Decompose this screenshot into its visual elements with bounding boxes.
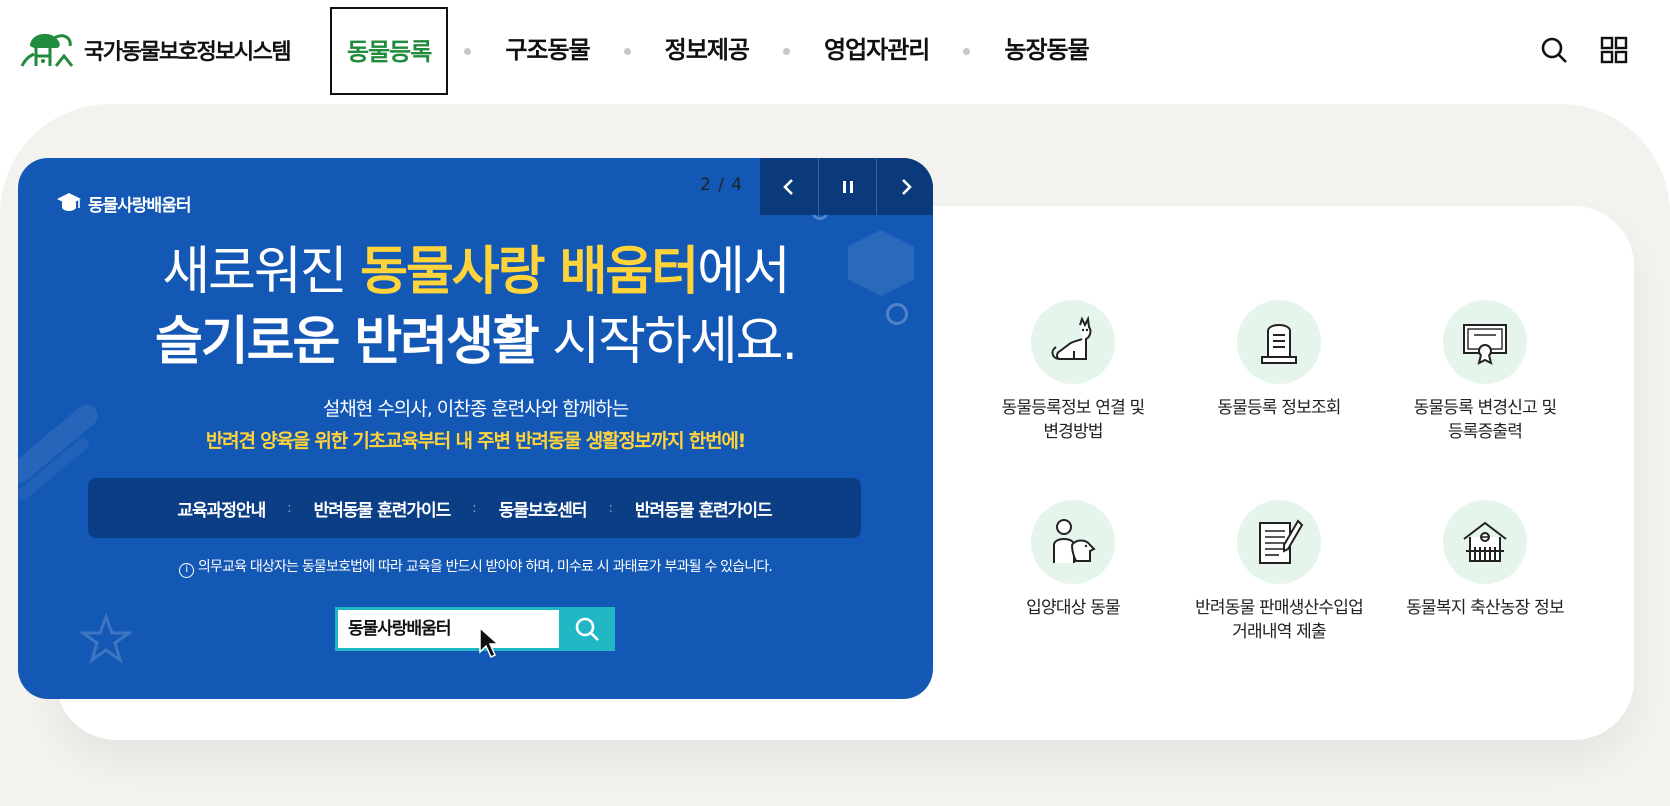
slide-prev-button[interactable] — [760, 158, 818, 215]
nav-item-farm-animals[interactable]: 농장동물 — [986, 7, 1106, 95]
banner-search-field: 동물사랑배움터 — [335, 607, 559, 651]
label-line2: 등록증출력 — [1447, 422, 1523, 442]
nav-separator-dot — [623, 47, 631, 55]
banner-brand: 동물사랑배움터 — [56, 190, 191, 216]
quick-link-change-report-certificate[interactable]: 동물등록 변경신고 및등록증출력 — [1382, 300, 1588, 444]
document-pen-icon — [1259, 519, 1304, 564]
label-line2: 거래내역 제출 — [1232, 622, 1326, 642]
quick-link-icon-wrap — [1031, 500, 1115, 584]
headline-highlight-text: 동물사랑 배움터 — [360, 242, 699, 302]
search-icon — [575, 617, 599, 641]
pause-icon — [842, 180, 853, 193]
headline-light-text: 새로워진 — [162, 242, 361, 302]
main-banner-slide[interactable]: 동물사랑배움터 2 / 4 새로워진 동물사랑 배움터에서 슬기로운 반려생활 … — [18, 158, 933, 699]
nav-item-animal-registration[interactable]: 동물등록 — [330, 7, 449, 95]
quick-link-registration-info-change[interactable]: 동물등록정보 연결 및변경방법 — [970, 300, 1176, 444]
banner-brand-text: 동물사랑배움터 — [88, 195, 191, 216]
graduation-cap-icon — [57, 193, 81, 211]
chevron-right-icon — [901, 178, 912, 195]
slide-pause-button[interactable] — [818, 158, 876, 215]
adoption-person-dog-icon — [1053, 519, 1096, 563]
search-icon[interactable] — [1540, 36, 1568, 64]
quick-link-sales-transaction-submit[interactable]: 반려동물 판매생산수입업거래내역 제출 — [1176, 500, 1382, 644]
info-icon: i — [178, 563, 194, 578]
banner-headline-line1: 새로워진 동물사랑 배움터에서 — [18, 240, 933, 304]
star-icon — [80, 613, 132, 664]
tombstone-icon — [1261, 324, 1297, 364]
banner-search-graphic: 동물사랑배움터 — [335, 607, 615, 651]
banner-highlight-subtitle: 반려견 양육을 위한 기초교육부터 내 주변 반려동물 생활정보까지 한번에! — [205, 430, 746, 452]
nav-separator-dot — [464, 47, 472, 55]
nav-item-rescued-animals[interactable]: 구조동물 — [487, 7, 607, 95]
slide-counter: 2 / 4 — [700, 175, 744, 195]
label-line1: 동물복지 축산농장 정보 — [1406, 598, 1564, 618]
site-logo[interactable]: 국가동물보호정보시스템 — [16, 26, 292, 74]
quick-link-registration-lookup[interactable]: 동물등록 정보조회 — [1176, 300, 1382, 420]
label-line2: 변경방법 — [1043, 422, 1103, 442]
banner-subtitle: 설채현 수의사, 이찬종 훈련사와 함께하는 — [322, 398, 629, 420]
quick-link-icon-wrap — [1443, 300, 1527, 384]
headline-tail-text: 시작하세요. — [537, 312, 798, 372]
nav-item-business-management[interactable]: 영업자관리 — [806, 7, 947, 95]
nav-separator-dot — [782, 47, 790, 55]
mouse-cursor-icon — [479, 626, 500, 659]
quick-link-adoption-animals[interactable]: 입양대상 동물 — [970, 500, 1176, 620]
quick-link-icon-wrap — [1237, 500, 1321, 584]
label-line1: 입양대상 동물 — [1026, 598, 1120, 618]
barn-icon — [1463, 521, 1507, 562]
quick-link-label: 동물등록 변경신고 및등록증출력 — [1382, 396, 1588, 444]
site-header: 국가동물보호정보시스템 동물등록 구조동물 정보제공 영업자관리 농장동물 — [0, 0, 1670, 100]
banner-search-button — [559, 607, 615, 651]
quick-link-icon-wrap — [1237, 300, 1321, 384]
banner-headline-line2: 슬기로운 반려생활 시작하세요. — [18, 310, 933, 374]
quick-link-icon-wrap — [1031, 300, 1115, 384]
logo-text: 국가동물보호정보시스템 — [84, 40, 292, 65]
banner-menu-training-guide-2[interactable]: 반려동물 훈련가이드 — [613, 496, 794, 521]
logo-icon — [20, 33, 74, 67]
label-line1: 동물등록정보 연결 및 — [1001, 398, 1146, 418]
nav-separator-dot — [963, 47, 971, 55]
slide-next-button[interactable] — [876, 158, 933, 215]
nav-item-information[interactable]: 정보제공 — [647, 7, 767, 95]
quick-link-label: 동물등록정보 연결 및변경방법 — [970, 396, 1176, 444]
quick-link-label: 동물등록 정보조회 — [1176, 396, 1382, 420]
header-utility — [1540, 36, 1628, 64]
quick-link-welfare-livestock-farm[interactable]: 동물복지 축산농장 정보 — [1382, 500, 1588, 620]
banner-menu-bar: 교육과정안내 : 반려동물 훈련가이드 : 동물보호센터 : 반려동물 훈련가이… — [88, 478, 861, 538]
banner-notice: i 의무교육 대상자는 동물보호법에 따라 교육을 반드시 받아야 하며, 미수료… — [18, 556, 933, 578]
main-nav: 동물등록 구조동물 정보제공 영업자관리 농장동물 — [330, 7, 1107, 95]
label-line1: 동물등록 정보조회 — [1217, 398, 1341, 418]
quick-link-label: 입양대상 동물 — [970, 596, 1176, 620]
label-line1: 반려동물 판매생산수입업 — [1195, 598, 1364, 618]
chevron-left-icon — [783, 178, 793, 195]
cat-icon — [1051, 315, 1092, 360]
banner-menu-protection-center[interactable]: 동물보호센터 — [477, 496, 609, 521]
quick-link-label: 동물복지 축산농장 정보 — [1382, 596, 1588, 620]
banner-menu-course-guide[interactable]: 교육과정안내 — [155, 496, 287, 521]
headline-bold-text: 슬기로운 반려생활 — [154, 312, 540, 372]
banner-menu-training-guide[interactable]: 반려동물 훈련가이드 — [292, 496, 473, 521]
quick-link-icon-wrap — [1443, 500, 1527, 584]
certificate-icon — [1463, 324, 1507, 365]
banner-notice-text: 의무교육 대상자는 동물보호법에 따라 교육을 반드시 받아야 하며, 미수료 … — [197, 559, 773, 575]
quick-link-label: 반려동물 판매생산수입업거래내역 제출 — [1176, 596, 1382, 644]
grid-menu-icon[interactable] — [1600, 36, 1628, 64]
label-line1: 동물등록 변경신고 및 — [1413, 398, 1558, 418]
headline-tail-text: 에서 — [697, 242, 791, 302]
